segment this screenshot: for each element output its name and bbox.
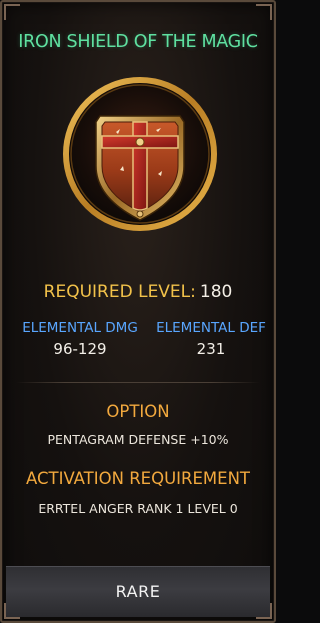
rarity-label: RARE [115,582,161,601]
required-level-label: REQUIRED LEVEL: [43,282,196,302]
stats-row: ELEMENTAL DMG 96-129 ELEMENTAL DEF 231 [2,320,274,364]
frame-corner-top-left [4,4,20,20]
divider [16,382,260,383]
cross-shield-icon [60,74,220,234]
rarity-bar: RARE [6,566,270,617]
item-tooltip-panel: IRON SHIELD OF THE MAGIC REQUIRED LEVEL:… [0,0,276,623]
stat-elemental-dmg: ELEMENTAL DMG 96-129 [16,320,144,358]
required-level-value: 180 [199,282,233,302]
option-heading: OPTION [106,402,170,421]
activation-requirement-text: ERRTEL ANGER RANK 1 LEVEL 0 [38,501,238,516]
frame-corner-top-right [256,4,272,20]
activation-requirement-heading: ACTIVATION REQUIREMENT [25,469,250,488]
stat-value: 231 [196,340,226,358]
stat-value: 96-129 [53,340,107,358]
required-level: REQUIRED LEVEL: 180 [2,282,274,302]
stat-name: ELEMENTAL DEF [156,320,266,336]
option-text: PENTAGRAM DEFENSE +10% [47,432,229,447]
stat-name: ELEMENTAL DMG [22,320,138,336]
item-name: IRON SHIELD OF THE MAGIC [18,32,258,52]
stat-elemental-def: ELEMENTAL DEF 231 [152,320,270,358]
